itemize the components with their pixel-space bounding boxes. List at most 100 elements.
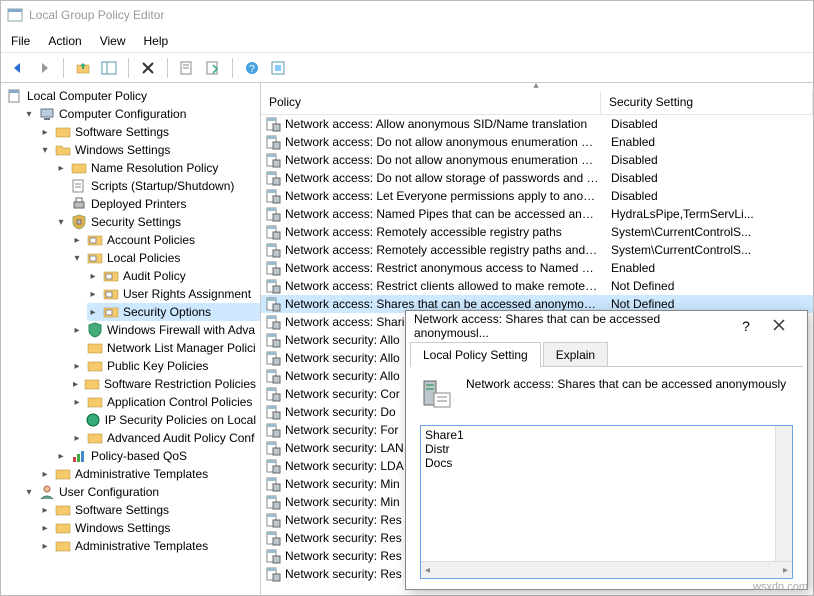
chevron-right-icon[interactable]: ▸ — [71, 378, 80, 390]
tree-public-key-policies[interactable]: ▸Public Key Policies — [71, 357, 260, 375]
scroll-left-icon[interactable]: ◂ — [425, 565, 430, 576]
chevron-down-icon[interactable]: ▾ — [39, 144, 51, 156]
policy-row[interactable]: Network access: Do not allow anonymous e… — [261, 133, 813, 151]
policy-row[interactable]: Network access: Restrict anonymous acces… — [261, 259, 813, 277]
hscrollbar[interactable]: ◂▸ — [421, 561, 792, 578]
tree-user-configuration[interactable]: ▾User Configuration — [23, 483, 260, 501]
chevron-down-icon[interactable]: ▾ — [23, 486, 35, 498]
menu-view[interactable]: View — [100, 34, 126, 48]
menubar: File Action View Help — [1, 29, 813, 53]
chevron-right-icon[interactable]: ▸ — [71, 396, 83, 408]
dialog-close-button[interactable] — [759, 319, 799, 334]
show-hide-tree-button[interactable] — [98, 57, 120, 79]
chevron-right-icon[interactable]: ▸ — [71, 324, 83, 336]
tree-windows-firewall[interactable]: ▸Windows Firewall with Adva — [71, 321, 260, 339]
policy-row[interactable]: Network access: Let Everyone permissions… — [261, 187, 813, 205]
tree-deployed-printers[interactable]: Deployed Printers — [55, 195, 260, 213]
scroll-right-icon[interactable]: ▸ — [783, 565, 788, 576]
properties-button[interactable] — [176, 57, 198, 79]
titlebar[interactable]: Local Group Policy Editor — [1, 1, 813, 29]
delete-button[interactable] — [137, 57, 159, 79]
policy-row[interactable]: Network access: Remotely accessible regi… — [261, 223, 813, 241]
tree-windows-settings[interactable]: ▾Windows Settings — [39, 141, 260, 159]
column-setting[interactable]: Security Setting — [601, 91, 813, 114]
policy-setting: Not Defined — [603, 279, 813, 293]
chevron-down-icon[interactable]: ▾ — [23, 108, 35, 120]
tree-software-settings-2[interactable]: ▸Software Settings — [39, 501, 260, 519]
chevron-right-icon[interactable]: ▸ — [55, 450, 67, 462]
split-handle-icon[interactable]: ▴ — [261, 83, 813, 91]
dialog-tabs: Local Policy Setting Explain — [410, 341, 803, 367]
menu-action[interactable]: Action — [48, 34, 81, 48]
menu-file[interactable]: File — [11, 34, 30, 48]
properties-icon — [179, 60, 195, 76]
tab-explain[interactable]: Explain — [543, 342, 608, 367]
export-button[interactable] — [202, 57, 224, 79]
tab-local-policy-setting[interactable]: Local Policy Setting — [410, 342, 541, 367]
chevron-right-icon[interactable]: ▸ — [39, 126, 51, 138]
tree-software-restriction[interactable]: ▸Software Restriction Policies — [71, 375, 260, 393]
chevron-right-icon[interactable]: ▸ — [87, 270, 99, 282]
tree-security-settings[interactable]: ▾Security Settings — [55, 213, 260, 231]
policy-setting: System\CurrentControlS... — [603, 243, 813, 257]
tree-root[interactable]: Local Computer Policy — [7, 87, 260, 105]
policy-item-icon — [265, 152, 281, 168]
folder-icon — [87, 430, 103, 446]
policy-item-icon — [265, 188, 281, 204]
forward-button[interactable] — [33, 57, 55, 79]
policy-item-icon — [265, 224, 281, 240]
tree-audit-policy[interactable]: ▸Audit Policy — [87, 267, 260, 285]
chevron-right-icon[interactable]: ▸ — [71, 234, 83, 246]
policy-item-icon — [265, 278, 281, 294]
tree-policy-qos[interactable]: ▸Policy-based QoS — [55, 447, 260, 465]
policy-row[interactable]: Network access: Remotely accessible regi… — [261, 241, 813, 259]
policy-name: Network access: Remotely accessible regi… — [285, 225, 603, 239]
vscrollbar[interactable] — [775, 426, 792, 561]
policy-row[interactable]: Network access: Restrict clients allowed… — [261, 277, 813, 295]
policy-row[interactable]: Network access: Named Pipes that can be … — [261, 205, 813, 223]
tree-computer-configuration[interactable]: ▾Computer Configuration — [23, 105, 260, 123]
policy-item-icon — [265, 242, 281, 258]
dialog-help-button[interactable]: ? — [733, 318, 759, 334]
tree-app-control-policies[interactable]: ▸Application Control Policies — [71, 393, 260, 411]
up-button[interactable] — [72, 57, 94, 79]
properties-dialog[interactable]: Network access: Shares that can be acces… — [405, 310, 808, 590]
chevron-right-icon[interactable]: ▸ — [87, 288, 99, 300]
folder-icon — [71, 160, 87, 176]
tree-ipsec-policies[interactable]: IP Security Policies on Local — [71, 411, 260, 429]
tree-pane[interactable]: Local Computer Policy ▾Computer Configur… — [1, 83, 261, 595]
chevron-down-icon[interactable]: ▾ — [71, 252, 83, 264]
chevron-right-icon[interactable]: ▸ — [71, 360, 83, 372]
chevron-right-icon[interactable]: ▸ — [55, 162, 67, 174]
tree-account-policies[interactable]: ▸Account Policies — [71, 231, 260, 249]
tree-scripts[interactable]: Scripts (Startup/Shutdown) — [55, 177, 260, 195]
tree-local-policies[interactable]: ▾Local Policies — [71, 249, 260, 267]
chevron-right-icon[interactable]: ▸ — [39, 522, 51, 534]
column-policy[interactable]: Policy — [261, 91, 601, 114]
menu-help[interactable]: Help — [144, 34, 169, 48]
chevron-right-icon[interactable]: ▸ — [71, 432, 83, 444]
tree-security-options[interactable]: ▸Security Options — [87, 303, 260, 321]
chevron-down-icon[interactable]: ▾ — [55, 216, 67, 228]
dialog-titlebar[interactable]: Network access: Shares that can be acces… — [406, 311, 807, 341]
chevron-right-icon[interactable]: ▸ — [87, 306, 99, 318]
shares-textarea[interactable] — [421, 426, 775, 561]
policy-row[interactable]: Network access: Allow anonymous SID/Name… — [261, 115, 813, 133]
tree-admin-templates-1[interactable]: ▸Administrative Templates — [39, 465, 260, 483]
chevron-right-icon[interactable]: ▸ — [39, 504, 51, 516]
help-button[interactable]: ? — [241, 57, 263, 79]
policy-row[interactable]: Network access: Do not allow anonymous e… — [261, 151, 813, 169]
tree-name-resolution-policy[interactable]: ▸Name Resolution Policy — [55, 159, 260, 177]
policy-row[interactable]: Network access: Do not allow storage of … — [261, 169, 813, 187]
tree-admin-templates-2[interactable]: ▸Administrative Templates — [39, 537, 260, 555]
chevron-right-icon[interactable]: ▸ — [39, 468, 51, 480]
filter-button[interactable] — [267, 57, 289, 79]
back-button[interactable] — [7, 57, 29, 79]
filter-icon — [270, 60, 286, 76]
tree-software-settings[interactable]: ▸Software Settings — [39, 123, 260, 141]
tree-windows-settings-2[interactable]: ▸Windows Settings — [39, 519, 260, 537]
tree-advanced-audit[interactable]: ▸Advanced Audit Policy Conf — [71, 429, 260, 447]
chevron-right-icon[interactable]: ▸ — [39, 540, 51, 552]
tree-user-rights[interactable]: ▸User Rights Assignment — [87, 285, 260, 303]
tree-network-list-policies[interactable]: Network List Manager Polici — [71, 339, 260, 357]
